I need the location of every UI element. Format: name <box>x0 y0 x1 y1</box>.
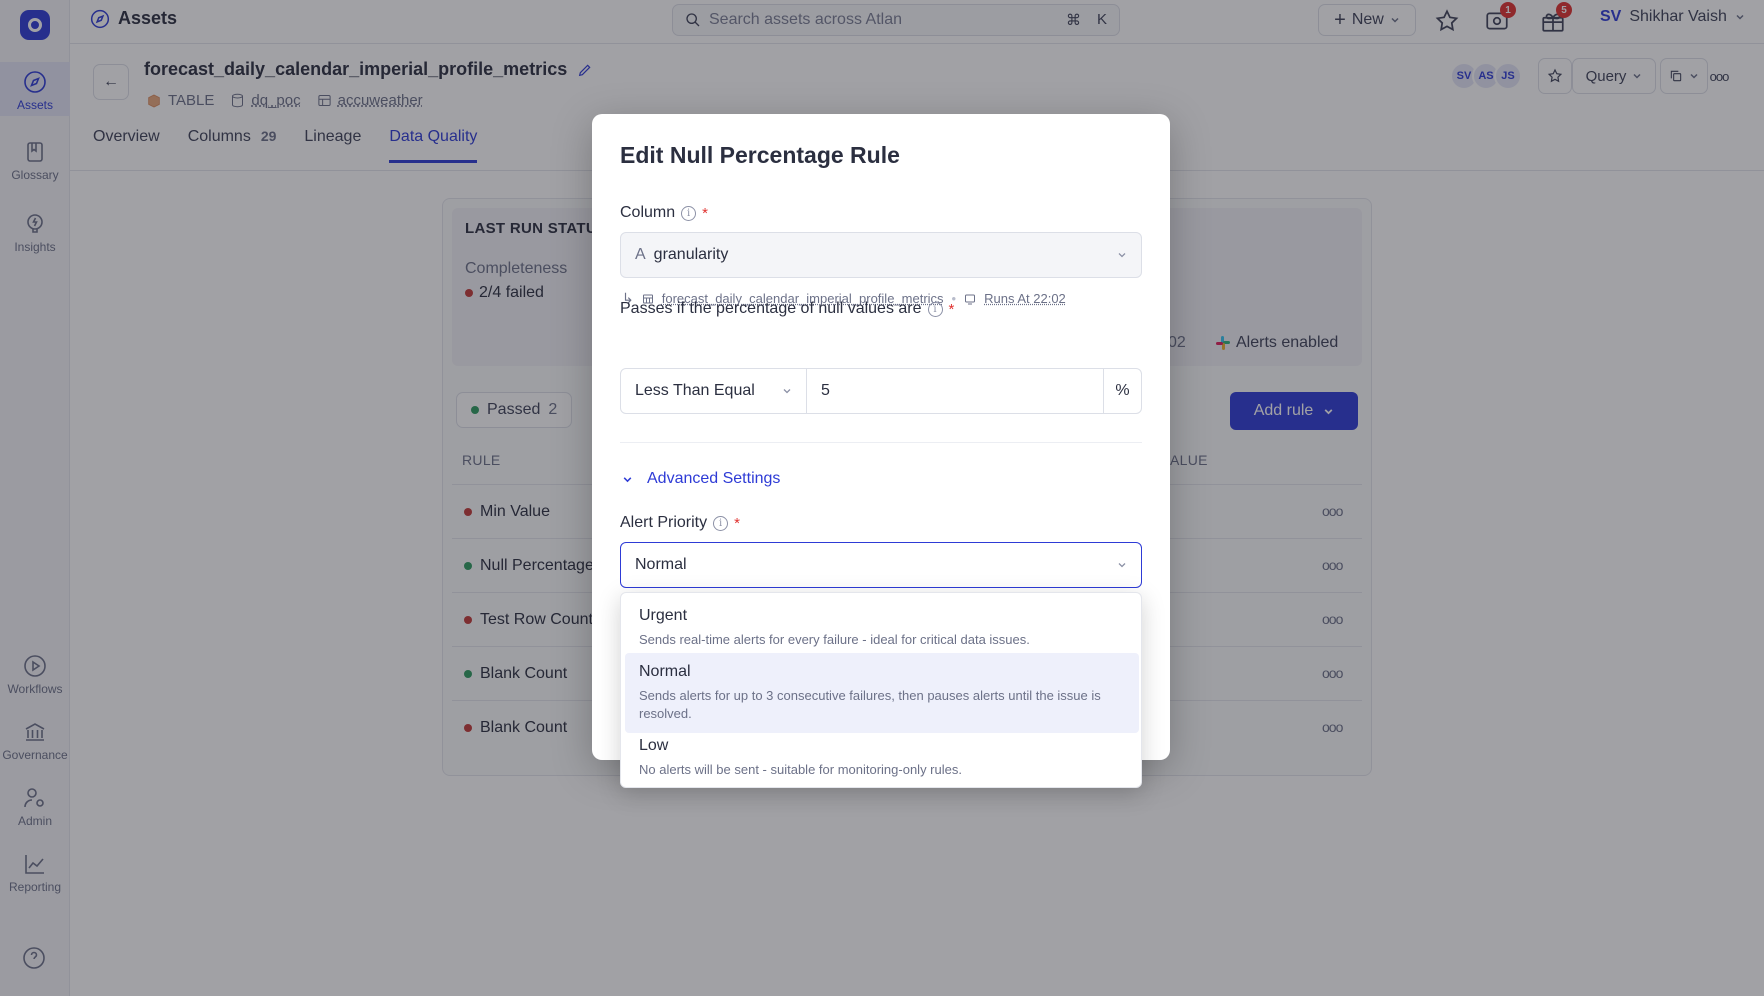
info-icon[interactable]: i <box>927 301 943 317</box>
priority-option-normal[interactable]: Normal Sends alerts for up to 3 consecut… <box>625 653 1139 733</box>
modal-title: Edit Null Percentage Rule <box>620 142 900 168</box>
alert-priority-value: Normal <box>635 556 687 573</box>
advanced-settings-label: Advanced Settings <box>647 470 781 487</box>
option-title: Normal <box>639 663 691 680</box>
info-icon[interactable]: i <box>713 515 729 531</box>
required-mark: * <box>734 514 740 532</box>
alert-priority-dropdown: Urgent Sends real-time alerts for every … <box>620 592 1142 788</box>
schedule-icon <box>965 294 976 304</box>
threshold-condition: Less Than Equal 5 % <box>620 368 1142 414</box>
chevron-down-icon <box>1118 563 1126 568</box>
required-mark: * <box>702 204 708 222</box>
priority-field-label: Alert Priority i * <box>620 514 740 532</box>
unit-suffix: % <box>1103 369 1141 413</box>
priority-option-urgent[interactable]: Urgent Sends real-time alerts for every … <box>625 597 1139 659</box>
string-type-icon: A <box>635 246 646 263</box>
option-title: Urgent <box>639 607 688 624</box>
advanced-settings-toggle[interactable]: Advanced Settings <box>622 470 780 488</box>
schedule-text[interactable]: Runs At 22:02 <box>984 291 1066 306</box>
column-select-value: granularity <box>653 246 729 263</box>
operator-select[interactable]: Less Than Equal <box>621 369 807 413</box>
chevron-down-icon <box>783 389 791 394</box>
label-text: Alert Priority <box>620 514 708 531</box>
column-select[interactable]: A granularity <box>620 232 1142 278</box>
operator-value: Less Than Equal <box>635 382 755 399</box>
threshold-input[interactable]: 5 <box>807 369 1103 413</box>
label-text: Column <box>620 204 676 221</box>
priority-option-low[interactable]: Low No alerts will be sent - suitable fo… <box>625 727 1139 789</box>
label-text: Passes if the percentage of null values … <box>620 300 922 317</box>
condition-field-label: Passes if the percentage of null values … <box>620 300 954 318</box>
column-field-label: Column i * <box>620 204 708 222</box>
option-description: Sends alerts for up to 3 consecutive fai… <box>639 688 1101 721</box>
chevron-down-icon <box>1118 253 1126 258</box>
option-title: Low <box>639 737 669 754</box>
chevron-down-icon <box>623 476 632 482</box>
option-description: Sends real-time alerts for every failure… <box>639 632 1030 647</box>
info-icon[interactable]: i <box>681 205 697 221</box>
required-mark: * <box>948 300 955 318</box>
option-description: No alerts will be sent - suitable for mo… <box>639 762 962 777</box>
threshold-value: 5 <box>821 382 830 399</box>
divider <box>620 442 1142 443</box>
alert-priority-select[interactable]: Normal <box>620 542 1142 588</box>
